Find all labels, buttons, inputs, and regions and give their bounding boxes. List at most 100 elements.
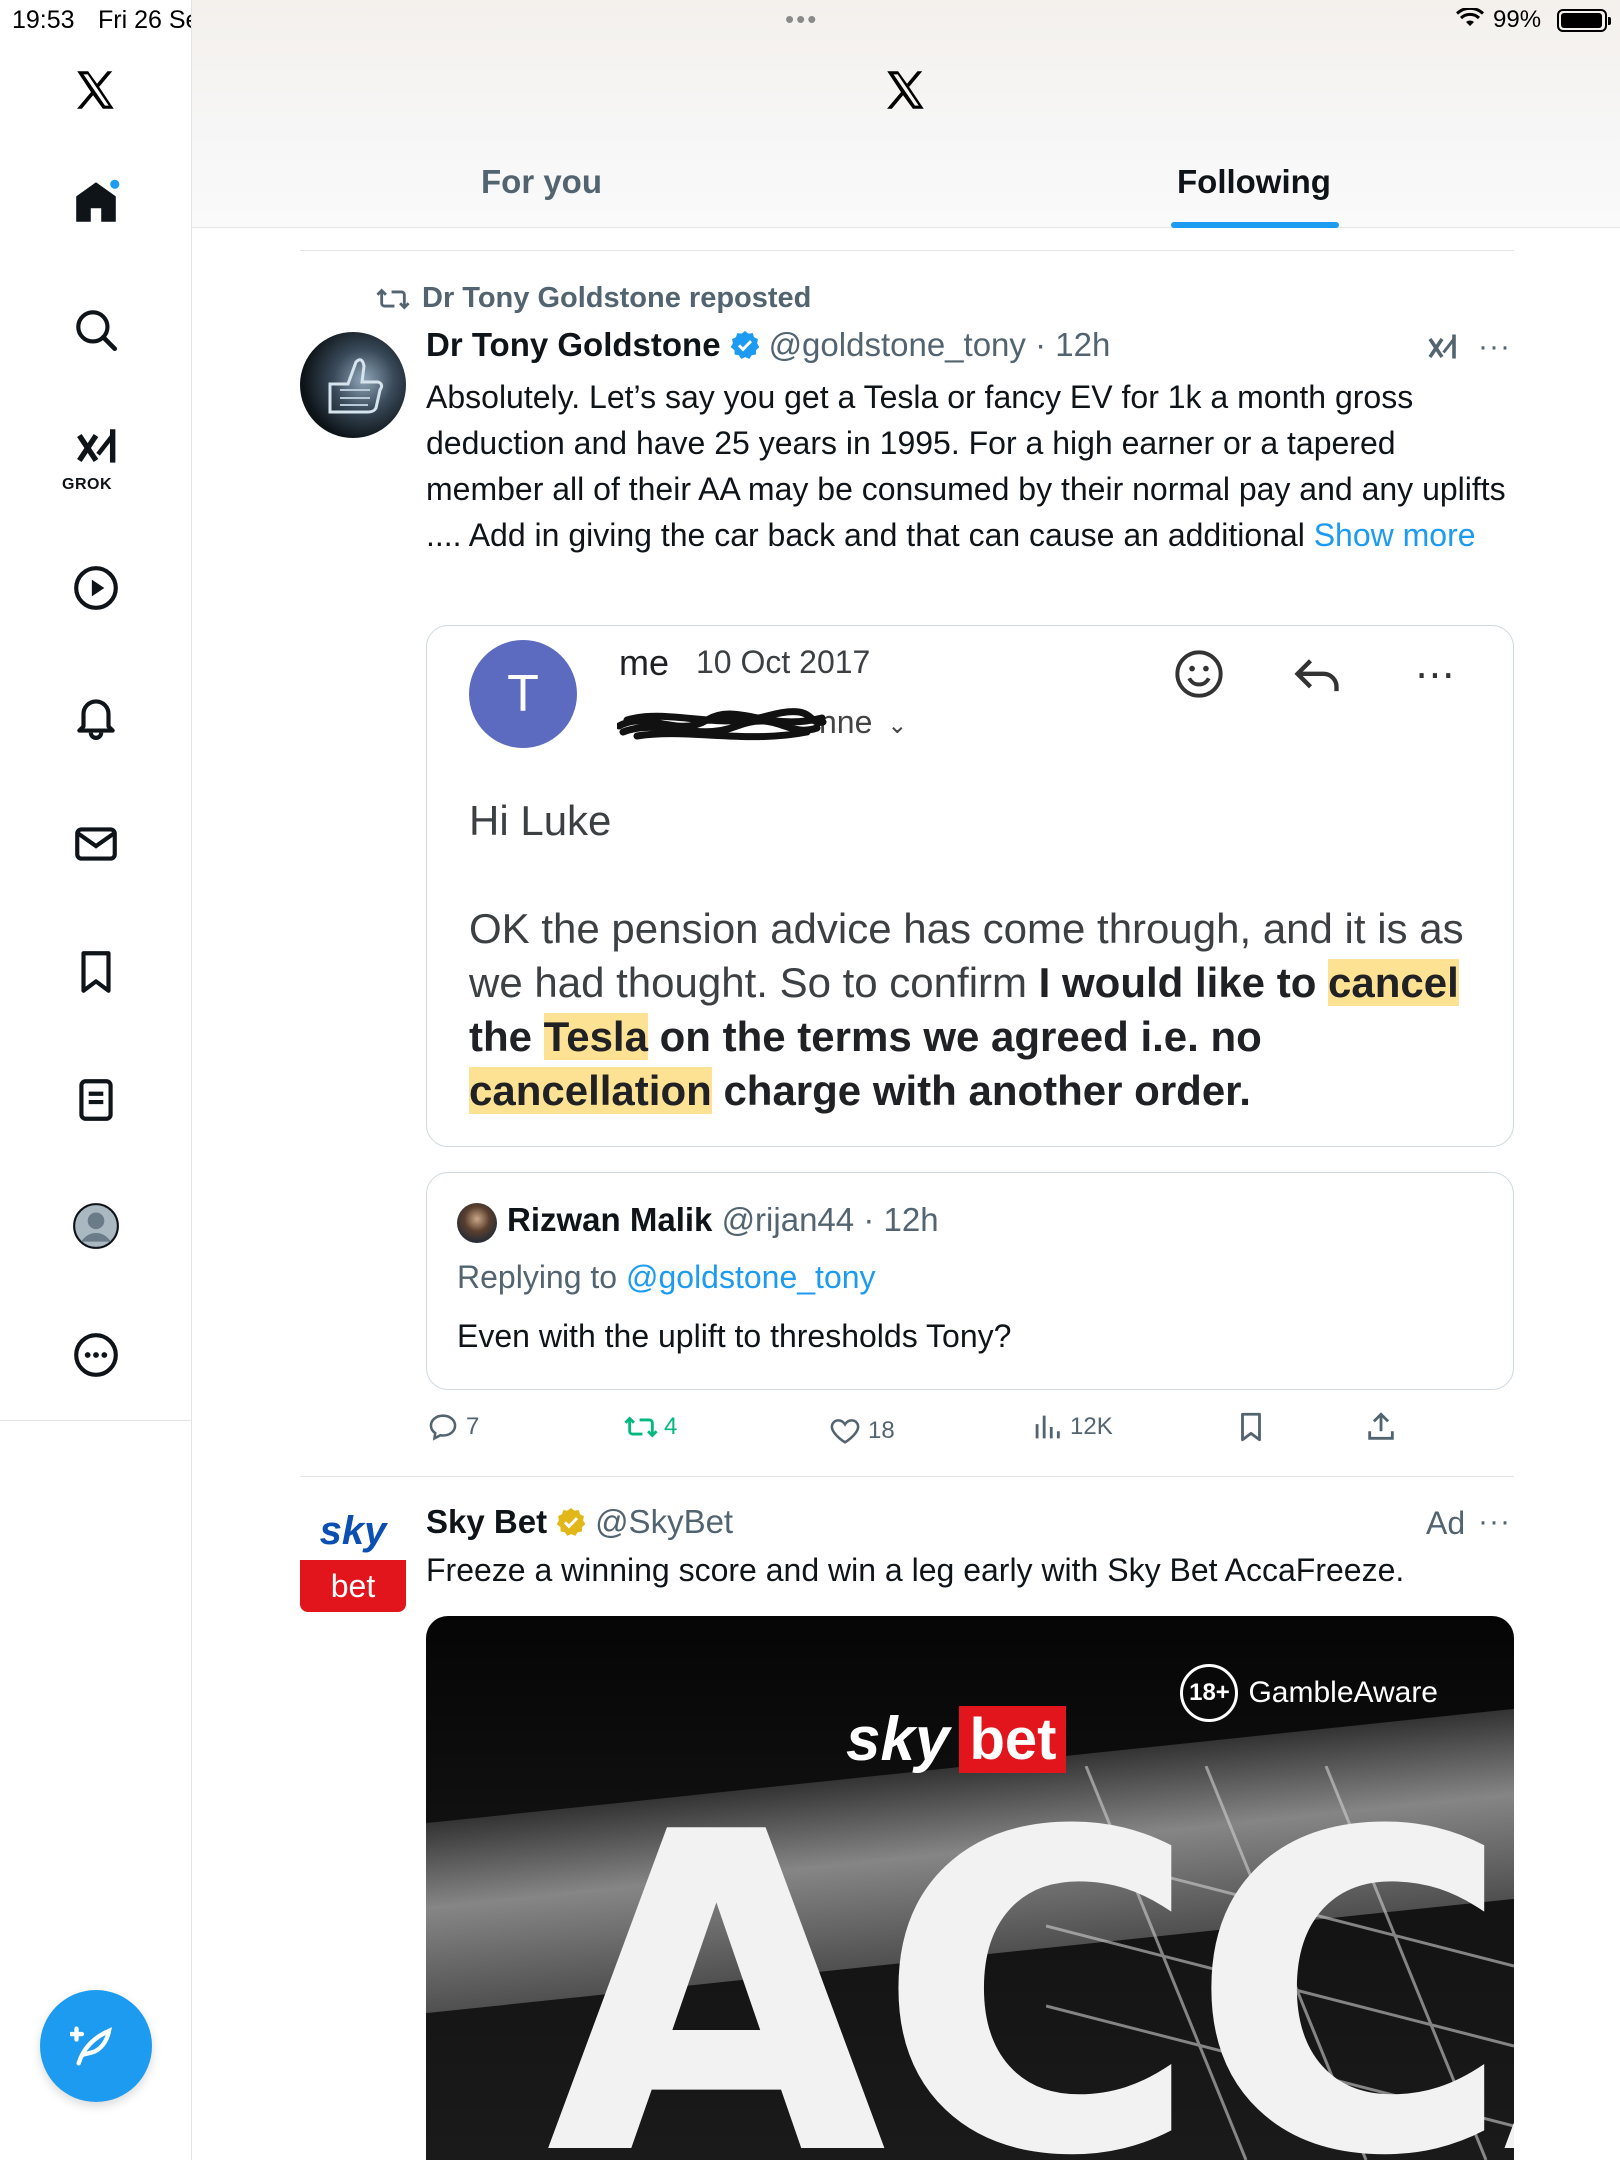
ad-author-row[interactable]: Sky Bet @SkyBet (426, 1503, 733, 1541)
home-icon[interactable] (66, 172, 126, 232)
repost-count: 4 (664, 1413, 678, 1440)
views-button[interactable]: 12K (1030, 1410, 1113, 1444)
author-handle[interactable]: @goldstone_tony (769, 326, 1026, 364)
quoted-tweet-card[interactable]: Rizwan Malik @rijan44 · 12h Replying to … (426, 1172, 1514, 1390)
post-author-row[interactable]: Dr Tony Goldstone @goldstone_tony · 12h (426, 326, 1110, 364)
gold-verified-badge-icon (556, 1508, 586, 1536)
multitask-dots-icon[interactable]: ••• (785, 4, 818, 35)
email-highlight-2: Tesla (543, 1013, 648, 1060)
quote-time: 12h (883, 1201, 939, 1238)
compose-post-button[interactable] (40, 1990, 152, 2102)
email-bold-4: charge with another order. (723, 1067, 1251, 1114)
email-bold-1: I would like to (1038, 959, 1317, 1006)
email-highlight-3: cancellation (469, 1067, 712, 1114)
ad-more-icon[interactable]: ··· (1478, 1505, 1511, 1539)
header-x-logo-icon[interactable] (876, 60, 936, 120)
quote-author-name: Rizwan Malik (507, 1201, 713, 1238)
replying-handle-link[interactable]: @goldstone_tony (626, 1259, 876, 1295)
active-tab-indicator (1171, 222, 1339, 228)
wifi-icon (1456, 8, 1484, 26)
heart-icon (830, 1419, 860, 1444)
media-gamble-aware: 18+ GambleAware (1180, 1664, 1438, 1722)
ad-author-handle[interactable]: @SkyBet (595, 1503, 733, 1541)
grok-label: GROK (62, 476, 112, 493)
post-more-icon[interactable]: ··· (1478, 330, 1511, 364)
quote-author-avatar (457, 1203, 497, 1243)
email-bold-3: on the terms we agreed i.e. no (659, 1013, 1262, 1060)
tab-following[interactable]: Following (1177, 163, 1331, 201)
views-count: 12K (1070, 1413, 1113, 1440)
author-avatar[interactable] (300, 332, 406, 438)
show-more-link[interactable]: Show more (1314, 517, 1476, 553)
reply-count: 7 (466, 1413, 480, 1440)
post-text: Absolutely. Let’s say you get a Tesla or… (426, 374, 1506, 558)
lists-icon[interactable] (66, 1070, 126, 1130)
grok-icon[interactable] (66, 418, 126, 478)
compose-feather-icon (70, 2026, 112, 2066)
media-headline: ACCA (546, 1740, 1514, 2160)
email-highlight-1: cancel (1328, 959, 1459, 1006)
quote-text: Even with the uplift to thresholds Tony? (457, 1318, 1012, 1354)
battery-percent: 99% (1493, 6, 1542, 33)
email-paragraph: OK the pension advice has come through, … (469, 902, 1479, 1118)
emoji-reaction-icon (1173, 648, 1225, 705)
email-more-icon: ⋯ (1415, 653, 1457, 697)
bookmarks-icon[interactable] (66, 942, 126, 1002)
email-date: 10 Oct 2017 (696, 644, 871, 680)
repost-button[interactable]: 4 (624, 1410, 677, 1444)
skybet-logo-sky: sky (319, 1508, 387, 1553)
repost-indicator[interactable]: Dr Tony Goldstone reposted (376, 282, 811, 315)
feed-divider (300, 1476, 1514, 1477)
email-body: Hi Luke OK the pension advice has come t… (469, 794, 1479, 1118)
notifications-bell-icon[interactable] (66, 686, 126, 746)
like-count: 18 (868, 1417, 895, 1444)
author-name[interactable]: Dr Tony Goldstone (426, 326, 721, 364)
chevron-down-icon: ⌄ (887, 712, 908, 739)
profile-avatar-icon[interactable] (66, 1196, 126, 1256)
ad-text: Freeze a winning score and win a leg ear… (426, 1552, 1405, 1588)
tab-for-you[interactable]: For you (481, 163, 602, 201)
email-bold-2: the (469, 1013, 532, 1060)
skybet-avatar[interactable]: sky bet (300, 1502, 406, 1612)
ad-label: Ad (1426, 1505, 1466, 1541)
video-play-icon[interactable] (66, 558, 126, 618)
email-recipient-visible: nne (819, 704, 873, 740)
post-time[interactable]: 12h (1055, 326, 1110, 364)
verified-badge-icon (730, 331, 759, 359)
repost-action-icon (624, 1416, 658, 1438)
reply-bubble-icon (429, 1414, 457, 1441)
views-bar-chart-icon (1035, 1415, 1060, 1439)
meta-separator: · (1025, 326, 1056, 363)
messages-envelope-icon[interactable] (66, 814, 126, 874)
share-button[interactable] (1364, 1410, 1398, 1444)
media-sky-word: sky (846, 1705, 950, 1774)
gamble-aware-text: GambleAware (1248, 1676, 1438, 1709)
bookmark-button[interactable] (1234, 1410, 1268, 1444)
repost-label: Dr Tony Goldstone reposted (422, 282, 812, 314)
ad-author-name[interactable]: Sky Bet (426, 1503, 547, 1541)
quote-author-row: Rizwan Malik @rijan44 · 12h (507, 1201, 939, 1239)
ad-media-image[interactable]: ACCA 18+ GambleAware sky bet (426, 1616, 1514, 2160)
media-bet-word: bet (959, 1706, 1067, 1773)
battery-icon (1557, 9, 1611, 32)
media-skybet-logo: sky bet (846, 1704, 1067, 1775)
feed-divider (300, 250, 1514, 251)
repost-icon (376, 287, 410, 310)
grok-explain-icon[interactable] (1424, 330, 1460, 371)
like-button[interactable]: 18 (828, 1414, 895, 1448)
reply-arrow-icon (1291, 650, 1343, 707)
post-image-email-screenshot[interactable]: T me 10 Oct 2017 nne ⌄ ⋯ Hi Luke OK the … (426, 625, 1514, 1147)
sidebar-divider (0, 1420, 192, 1421)
search-icon[interactable] (66, 300, 126, 360)
more-options-icon[interactable] (66, 1325, 126, 1385)
x-logo-icon[interactable] (66, 60, 126, 120)
email-greeting: Hi Luke (469, 797, 612, 844)
bookmark-icon (1241, 1412, 1261, 1442)
quote-replying-to: Replying to @goldstone_tony (457, 1259, 876, 1296)
quote-meta-separator: · (863, 1201, 875, 1238)
thumbs-up-xray-image (328, 358, 384, 414)
quote-author-handle: @rijan44 (721, 1201, 855, 1238)
age-18-badge: 18+ (1180, 1664, 1239, 1722)
reply-button[interactable]: 7 (426, 1410, 479, 1444)
email-from: me (619, 642, 670, 683)
